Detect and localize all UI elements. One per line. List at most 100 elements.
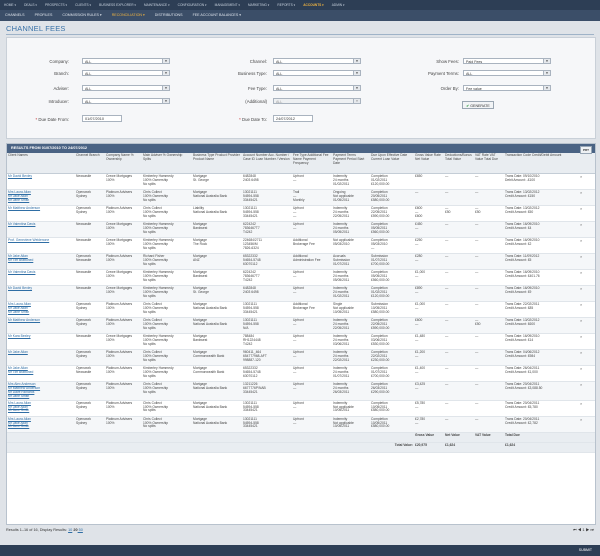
magnifier-icon[interactable]: ⌕	[580, 206, 582, 211]
client-link[interactable]: Mr Jane Smith	[8, 424, 29, 428]
adviser-cell: Kimberley Hammedy 100% Ownership No splits	[142, 173, 192, 190]
company-cell: Platinum Advisers 100%	[105, 349, 142, 366]
topnav-item-accounts[interactable]: ACCOUNTS ▾	[299, 0, 328, 10]
txn-cell: Trans Date: 16/09/2010 Credit Amount: £2	[504, 237, 579, 254]
table-row[interactable]: Mr Jake Allan Mr Tim Brattoned Openwork New…	[7, 365, 595, 382]
client-link[interactable]: Mr Valentina Davis	[8, 270, 35, 274]
generate-button[interactable]: ✔GENERATE	[462, 101, 494, 109]
client-link[interactable]: Prof. Genevieve Weidenone	[8, 238, 49, 242]
topnav-item-configuration[interactable]: CONFIGURATION ▾	[174, 0, 211, 10]
client-link[interactable]: Mr Jane Smith	[8, 198, 29, 202]
magnifier-icon[interactable]: ⌕	[580, 190, 582, 195]
account-cell: 65322332 54654-5748 63070112	[242, 365, 292, 382]
table-row[interactable]: Mr Valentina Davis Newcastle Crewe Mortgag…	[7, 221, 595, 238]
magnifier-icon[interactable]: ⌕	[580, 417, 582, 422]
submit-button[interactable]: SUBMIT	[579, 545, 592, 556]
topnav-item-admin[interactable]: ADMIN ▾	[328, 0, 349, 10]
magnifier-icon[interactable]: ⌕	[580, 382, 582, 387]
business-type-select[interactable]: ALL ▼	[273, 70, 361, 76]
magnifier-icon[interactable]: ⌕	[580, 401, 582, 406]
table-row[interactable]: Mr Matthew Anderson Openwork Sydney Platinu…	[7, 317, 595, 334]
client-link[interactable]: Mr Jake Allan	[8, 350, 28, 354]
topnav-item-management[interactable]: MANAGEMENT ▾	[211, 0, 244, 10]
table-row[interactable]: Mr David Bexley Newcastle Crewe Mortgages 1…	[7, 173, 595, 190]
client-link[interactable]: Mr David Bexley	[8, 174, 32, 178]
adviser-select[interactable]: ALL ▼	[82, 85, 170, 91]
branch-select[interactable]: ALL ▼	[82, 70, 170, 76]
channel-cell: Newcastle	[75, 285, 105, 302]
table-row[interactable]: Mrs Laura Allan Mr Jake Allan Mr Jane Smit…	[7, 416, 595, 433]
order-by-select[interactable]: Fee value ▼	[463, 85, 551, 91]
due-cell: Completion 03/06/2011 £530,000.00	[370, 333, 414, 350]
topnav-item-maintenance[interactable]: MAINTENANCE ▾	[140, 0, 174, 10]
pagination[interactable]: ⏮ ◀ 1 ▶ ⏭	[573, 525, 594, 535]
table-row[interactable]: Mrs Laura Allan Mr Jake Allan Mr Jane Smit…	[7, 189, 595, 206]
table-row[interactable]: Mr Jake Allan Mr Tim Brattoned Openwork New…	[7, 253, 595, 270]
table-row[interactable]: Prof. Genevieve Weidenone Newcastle Crewe …	[7, 237, 595, 254]
table-row[interactable]: Mr David Bexley Newcastle Crewe Mortgages 1…	[7, 285, 595, 302]
due-date-from-input[interactable]: 01/07/2010	[82, 115, 122, 122]
client-link[interactable]: Mr Matthew Anderson	[8, 206, 40, 210]
due-cell: Completion 22/05/2011 £590,000.00	[370, 317, 414, 334]
show-fees-select[interactable]: Paid Fees ▼	[463, 58, 551, 64]
client-link[interactable]: Mr David Bexley	[8, 286, 32, 290]
company-select[interactable]: ALL ▼	[82, 58, 170, 64]
magnifier-icon[interactable]: ⌕	[580, 270, 582, 275]
magnifier-icon[interactable]: ⌕	[580, 238, 582, 243]
client-names-cell: Mr Matthew Anderson	[7, 317, 75, 334]
topnav-item-home[interactable]: HOME ▾	[0, 0, 20, 10]
magnifier-icon[interactable]: ⌕	[580, 350, 582, 355]
page-size-50[interactable]: 50	[78, 528, 83, 532]
magnifier-icon[interactable]: ⌕	[580, 286, 582, 291]
chevron-down-icon: ▼	[162, 71, 169, 75]
table-row[interactable]: Mrs Alex Anderson Mr Matthew Anderson Mr D…	[7, 381, 595, 401]
magnifier-icon[interactable]: ⌕	[580, 366, 582, 371]
client-link[interactable]: Mr Jane Smith	[8, 408, 29, 412]
client-link[interactable]: Mr Tim Brattoned	[8, 370, 33, 374]
subnav-item-channels[interactable]: CHANNELS	[0, 10, 30, 21]
business-cell: Mortgage National Australia Bank	[192, 416, 242, 433]
due-date-to-label: * Due Date To:	[207, 117, 267, 122]
subnav-item-reconciliation[interactable]: RECONCILIATION ▾	[107, 10, 150, 21]
magnifier-icon[interactable]: ⌕	[580, 318, 582, 323]
additional-select[interactable]: ALL ▼	[273, 98, 361, 104]
client-link[interactable]: Mr Kara Bexley	[8, 334, 31, 338]
subnav-item-distributions[interactable]: DISTRIBUTIONS	[150, 10, 188, 21]
payment-terms-select[interactable]: ALL ▼	[463, 70, 551, 76]
subnav-item-profiles[interactable]: PROFILES	[30, 10, 58, 21]
magnifier-icon[interactable]: ⌕	[580, 222, 582, 227]
table-row[interactable]: Mr Valentina Davis Newcastle Crewe Mortgag…	[7, 269, 595, 286]
bottom-bar: SUBMIT	[0, 545, 600, 556]
topnav-item-deals[interactable]: DEALS ▾	[20, 0, 41, 10]
table-row[interactable]: Mrs Laura Allan Mr Jake Allan Mr Jane Smit…	[7, 301, 595, 318]
table-row[interactable]: Mrs Laura Allan Mr Jake Allan Mr Jane Smit…	[7, 400, 595, 417]
subnav-item-commission-rules[interactable]: COMMISSION RULES ▾	[57, 10, 106, 21]
client-link[interactable]: Mr Tim Brattoned	[8, 258, 33, 262]
spacer-cell	[192, 432, 242, 443]
table-row[interactable]: Mr Kara Bexley Newcastle Crewe Mortgages 10…	[7, 333, 595, 350]
topnav-item-reports[interactable]: REPORTS ▾	[273, 0, 299, 10]
account-cell: 13211226 6677776P/NAB 33445421	[242, 381, 292, 401]
table-row[interactable]: Mr Jake Allan Openwork Sydney Platinum Advi…	[7, 349, 595, 366]
magnifier-icon[interactable]: ⌕	[580, 334, 582, 339]
magnifier-icon[interactable]: ⌕	[580, 254, 582, 259]
print-icon[interactable]: PRT	[580, 145, 592, 154]
fee-type-select[interactable]: ALL ▼	[273, 85, 361, 91]
magnifier-icon[interactable]: ⌕	[580, 302, 582, 307]
topnav-item-business-explorer[interactable]: BUSINESS EXPLORER ▾	[95, 0, 140, 10]
due-date-to-input[interactable]: 24/07/2012	[273, 115, 313, 122]
topnav-item-marketing[interactable]: MARKETING ▾	[244, 0, 273, 10]
subnav-item-fee-account-balances[interactable]: FEE ACCOUNT BALANCES ▾	[188, 10, 246, 21]
topnav-item-prospects[interactable]: PROSPECTS ▾	[41, 0, 71, 10]
magnifier-icon[interactable]: ⌕	[580, 174, 582, 179]
introducer-select[interactable]: ALL ▼	[82, 98, 170, 104]
table-row[interactable]: Mr Matthew Anderson Openwork Sydney Platinu…	[7, 205, 595, 222]
channel-cell: Newcastle	[75, 269, 105, 286]
client-link[interactable]: Mr Matthew Anderson	[8, 318, 40, 322]
client-link[interactable]: Mr Jane Smith	[8, 310, 29, 314]
client-link[interactable]: Mr Valentina Davis	[8, 222, 35, 226]
column-header: Deductions/Bonus Total Value	[444, 153, 474, 174]
client-link[interactable]: Mr Jane Smith	[8, 394, 29, 398]
channel-select[interactable]: ALL ▼	[273, 58, 361, 64]
topnav-item-clients[interactable]: CLIENTS ▾	[71, 0, 95, 10]
